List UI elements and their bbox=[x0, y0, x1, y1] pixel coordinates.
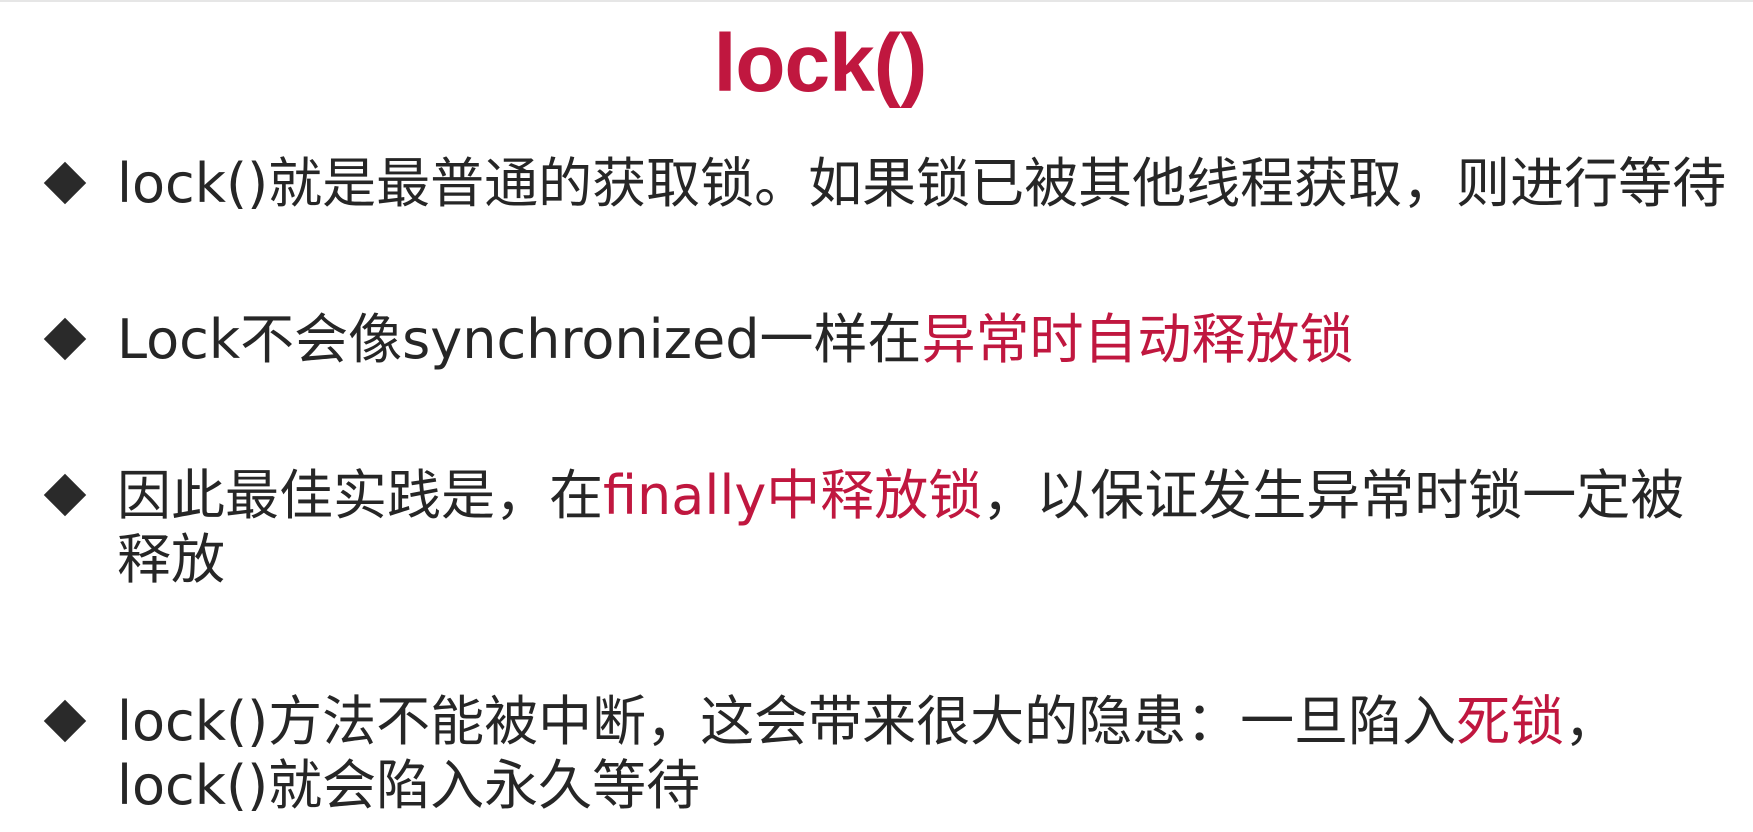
bullet-text-segment: Lock不会像synchronized一样在 bbox=[117, 308, 922, 371]
diamond-bullet-icon bbox=[43, 161, 87, 205]
bullet-text-segment: 因此最佳实践是，在 bbox=[117, 464, 603, 527]
highlighted-text-segment: 死锁 bbox=[1456, 690, 1565, 753]
bullet-text: Lock不会像synchronized一样在异常时自动释放锁 bbox=[117, 308, 1737, 372]
highlighted-text-segment: 异常时自动释放锁 bbox=[921, 308, 1354, 371]
bullet-text-segment: lock()方法不能被中断，这会带来很大的隐患：一旦陷入 bbox=[117, 690, 1457, 753]
bullet-text-segment: lock()就是最普通的获取锁。如果锁已被其他线程获取，则进行等待 bbox=[117, 152, 1727, 215]
diamond-bullet-icon bbox=[43, 473, 87, 517]
bullet-list: lock()就是最普通的获取锁。如果锁已被其他线程获取，则进行等待 Lock不会… bbox=[0, 0, 1753, 832]
diamond-bullet-icon bbox=[43, 699, 87, 743]
bullet-text: lock()方法不能被中断，这会带来很大的隐患：一旦陷入死锁，lock()就会陷… bbox=[117, 690, 1737, 818]
bullet-text: lock()就是最普通的获取锁。如果锁已被其他线程获取，则进行等待 bbox=[117, 152, 1737, 216]
highlighted-text-segment: finally中释放锁 bbox=[603, 464, 983, 527]
bullet-text: 因此最佳实践是，在finally中释放锁，以保证发生异常时锁一定被释放 bbox=[117, 464, 1737, 592]
diamond-bullet-icon bbox=[43, 317, 87, 361]
